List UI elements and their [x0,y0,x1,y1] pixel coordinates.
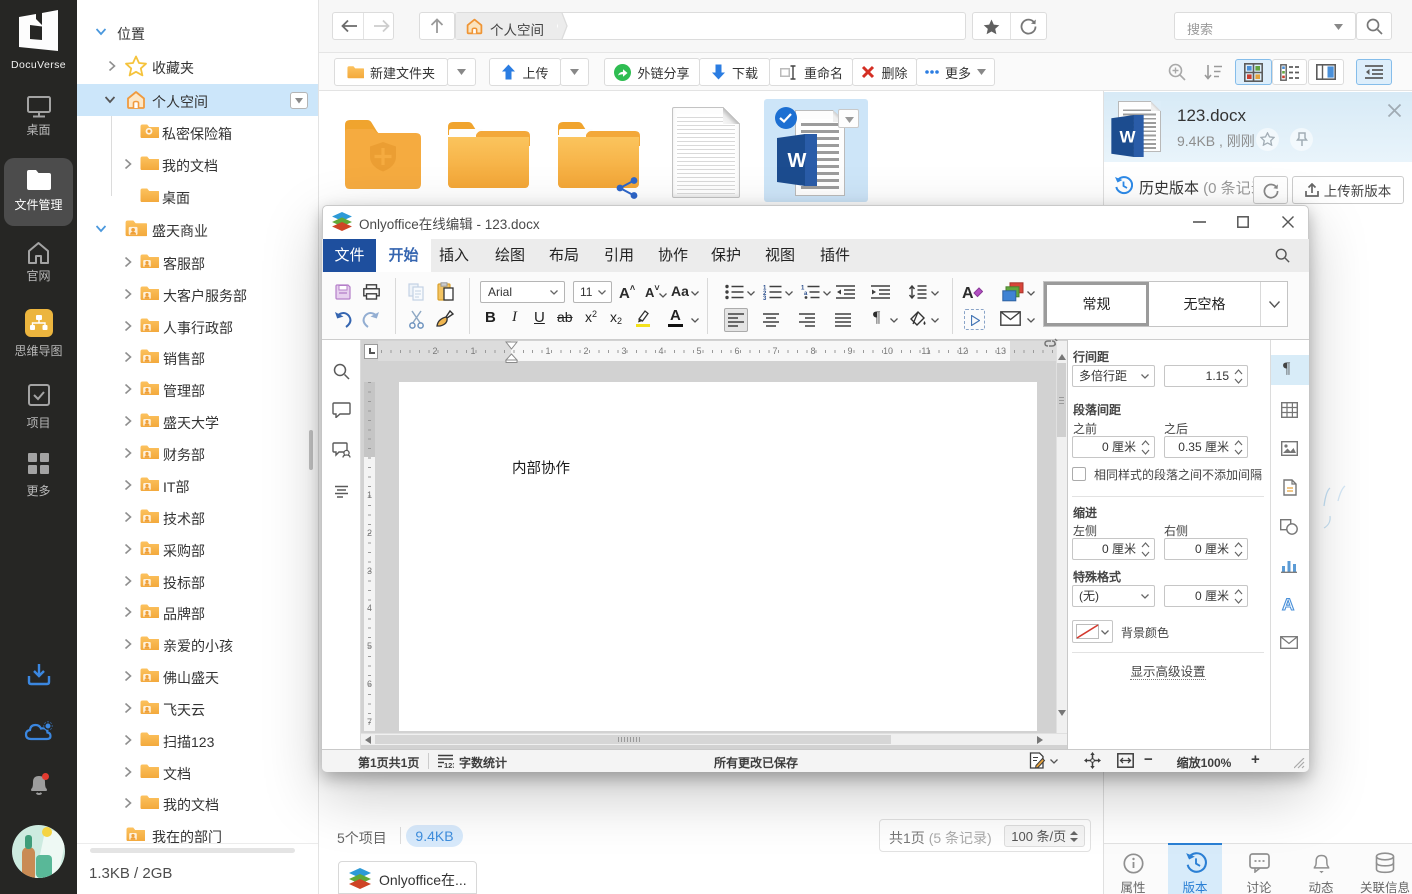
svg-text:W: W [788,150,807,172]
svg-text:3: 3 [763,296,767,300]
svg-text:A: A [1282,595,1294,612]
svg-text:123: 123 [444,761,454,768]
svg-text:W: W [1119,127,1135,146]
svg-text:A: A [962,285,974,302]
